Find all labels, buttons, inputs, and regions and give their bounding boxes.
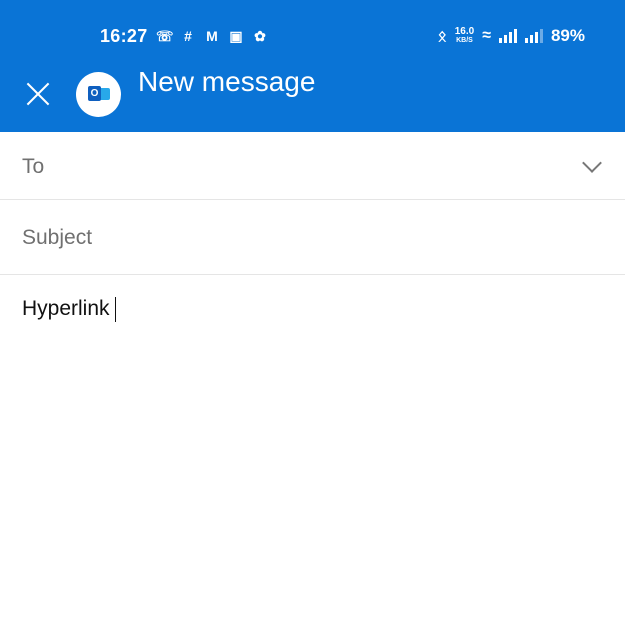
signal-icon-1: [498, 29, 517, 43]
instagram-icon: ▣: [229, 28, 243, 44]
body-text: Hyperlink: [22, 297, 110, 321]
page-title: New message: [138, 66, 316, 97]
pinwheel-icon: ✿: [254, 28, 266, 44]
status-time: 16:27: [100, 26, 148, 46]
slack-icon: #: [184, 28, 192, 44]
text-cursor: [114, 297, 117, 322]
close-icon[interactable]: [24, 80, 52, 108]
gmail-icon: M: [206, 28, 218, 44]
to-field[interactable]: To: [0, 132, 625, 200]
network-speed: 16.0 KB/S: [455, 27, 474, 45]
network-speed-unit: KB/S: [456, 37, 473, 44]
to-label: To: [22, 155, 45, 178]
chevron-down-icon[interactable]: [582, 153, 602, 173]
app-bar: 16:27 ☏ # M ▣ ✿ ᛟ 16.0 KB/S ≈ 89% O New …: [0, 0, 625, 132]
system-icons: ᛟ 16.0 KB/S ≈ 89%: [438, 26, 585, 46]
outlook-letter: O: [88, 86, 101, 101]
message-body[interactable]: Hyperlink: [22, 297, 117, 322]
notification-icons: ☏ # M ▣ ✿: [156, 28, 268, 44]
battery-level: 89%: [550, 26, 585, 45]
subject-label: Subject: [22, 226, 93, 249]
signal-icon-2: [524, 29, 543, 43]
bluetooth-icon: ᛟ: [437, 27, 447, 45]
outlook-icon[interactable]: O: [76, 72, 121, 117]
network-speed-value: 16.0: [454, 26, 475, 37]
subject-field[interactable]: Subject: [0, 200, 625, 275]
status-bar: 16:27 ☏ # M ▣ ✿ ᛟ 16.0 KB/S ≈ 89%: [0, 22, 625, 52]
wifi-icon: ≈: [482, 27, 491, 44]
whatsapp-icon: ☏: [156, 28, 174, 44]
